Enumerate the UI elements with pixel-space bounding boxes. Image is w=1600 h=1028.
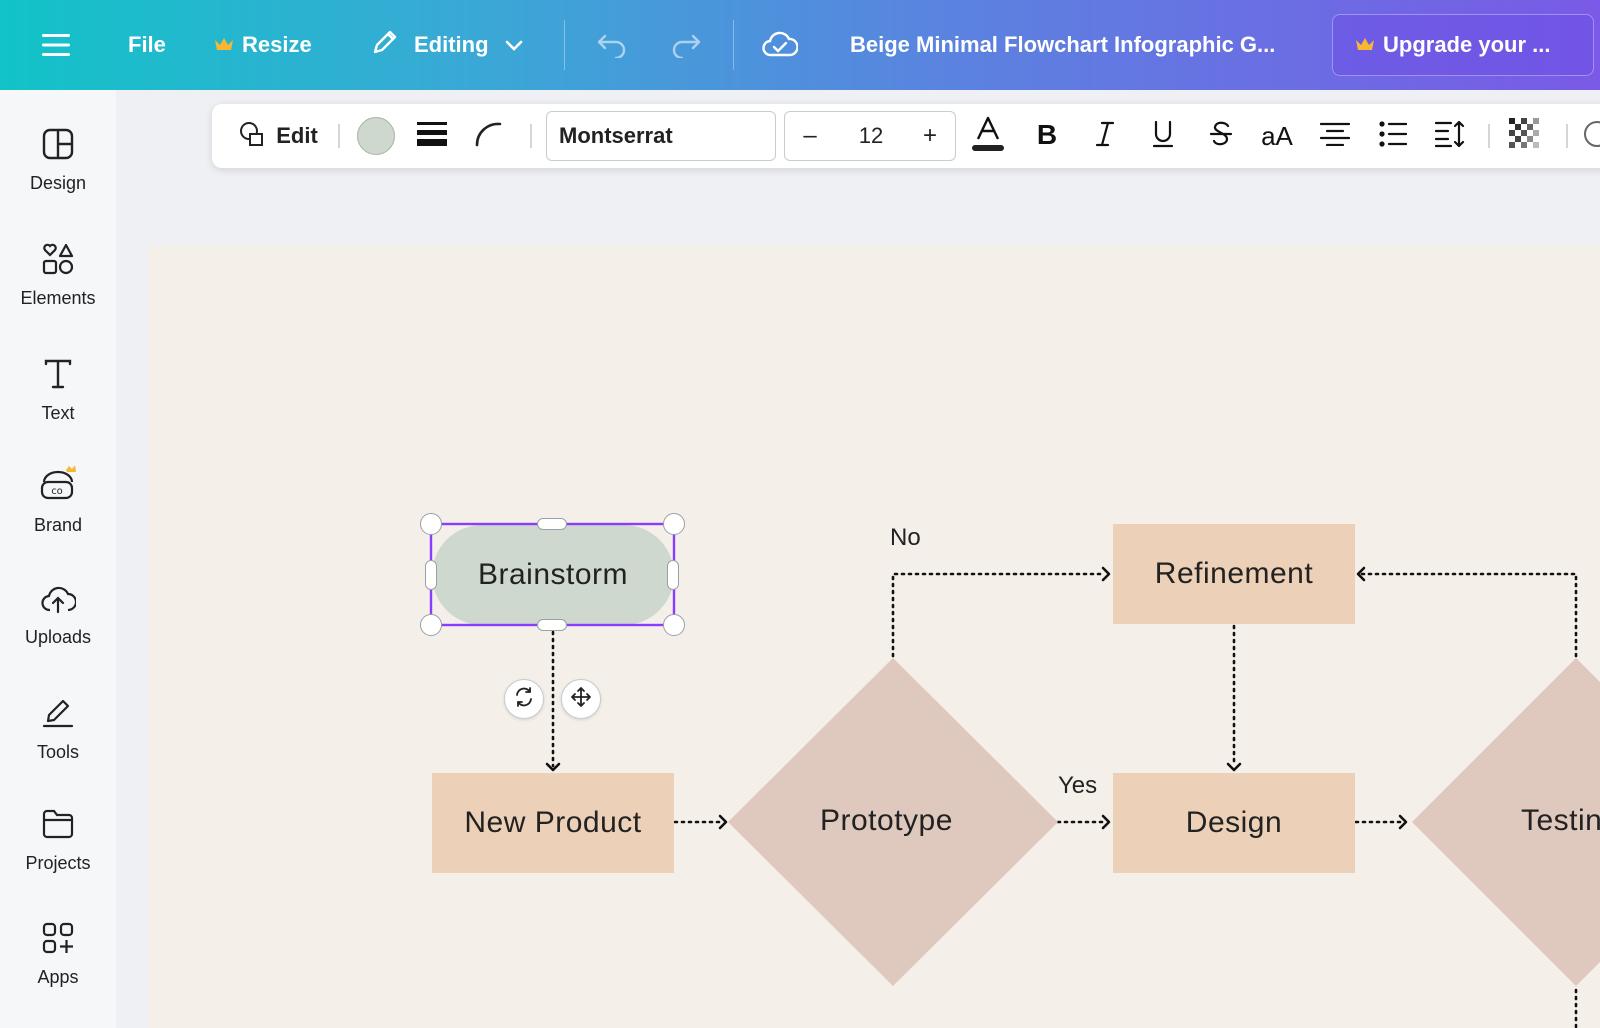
strikethrough-button[interactable]	[1198, 104, 1244, 168]
font-size-stepper: – 12 +	[784, 111, 956, 161]
design-label: Design	[1185, 806, 1283, 839]
divider	[530, 124, 532, 148]
font-family-select[interactable]: Montserrat	[546, 111, 776, 161]
yes-label[interactable]: Yes	[1058, 772, 1097, 800]
divider	[1566, 124, 1568, 148]
more-options-button[interactable]	[1582, 104, 1600, 168]
align-center-icon	[1319, 122, 1351, 151]
bold-icon: B	[1036, 119, 1058, 152]
divider	[1488, 124, 1490, 148]
rotate-icon	[513, 686, 535, 713]
list-button[interactable]	[1370, 104, 1416, 168]
clock-icon	[1582, 119, 1600, 154]
border-style-button[interactable]	[412, 104, 452, 168]
bullet-list-icon	[1379, 120, 1408, 152]
edit-label: Edit	[276, 123, 318, 148]
text-color-button[interactable]	[964, 104, 1012, 168]
brainstorm-label: Brainstorm	[477, 558, 629, 591]
resize-handle-bottom-right[interactable]	[663, 614, 685, 636]
design-shape[interactable]: Design	[1113, 773, 1355, 873]
resize-handle-top[interactable]	[537, 518, 567, 530]
transparency-icon	[1509, 117, 1541, 155]
font-size-input[interactable]: 12	[835, 112, 907, 160]
underline-button[interactable]	[1140, 104, 1186, 168]
rotate-button[interactable]	[504, 679, 544, 719]
resize-handle-left[interactable]	[425, 560, 437, 590]
text-align-button[interactable]	[1312, 104, 1358, 168]
shapes-icon	[238, 120, 266, 153]
strikethrough-icon	[1209, 120, 1233, 153]
refinement-shape[interactable]: Refinement	[1113, 524, 1355, 624]
letter-case-button[interactable]: aA	[1252, 104, 1302, 168]
italic-icon	[1094, 121, 1116, 152]
new-product-label: New Product	[464, 806, 642, 839]
fill-color-swatch	[357, 117, 395, 155]
svg-text:B: B	[1037, 121, 1057, 147]
font-family-value: Montserrat	[559, 123, 673, 148]
transparency-button[interactable]	[1502, 104, 1548, 168]
text-color-icon	[970, 115, 1006, 158]
underline-icon	[1151, 120, 1175, 153]
resize-handle-top-left[interactable]	[420, 513, 442, 535]
divider	[338, 124, 340, 148]
edit-shape-button[interactable]: Edit	[226, 104, 330, 168]
new-product-shape[interactable]: New Product	[432, 773, 674, 873]
resize-handle-top-right[interactable]	[663, 513, 685, 535]
resize-handle-bottom-left[interactable]	[420, 614, 442, 636]
corner-rounding-button[interactable]	[468, 104, 508, 168]
border-weight-icon	[417, 121, 447, 152]
letter-case-label: aA	[1261, 120, 1293, 151]
no-label[interactable]: No	[890, 524, 921, 552]
bold-button[interactable]: B	[1024, 104, 1070, 168]
prototype-label[interactable]: Prototype	[820, 804, 953, 838]
line-spacing-icon	[1434, 120, 1467, 153]
fill-color-button[interactable]	[356, 104, 396, 168]
resize-handle-right[interactable]	[667, 560, 679, 590]
context-toolbar: Edit Montserrat – 12 + B aA	[212, 104, 1600, 168]
refinement-label: Refinement	[1154, 557, 1314, 590]
font-size-increase-button[interactable]: +	[905, 112, 955, 160]
italic-button[interactable]	[1082, 104, 1128, 168]
resize-handle-bottom[interactable]	[537, 619, 567, 631]
brainstorm-shape[interactable]: Brainstorm	[432, 525, 674, 625]
testing-label[interactable]: Testin	[1521, 804, 1600, 838]
spacing-button[interactable]	[1428, 104, 1474, 168]
corner-curve-icon	[474, 121, 502, 152]
move-icon	[570, 686, 592, 713]
move-button[interactable]	[561, 679, 601, 719]
font-size-decrease-button[interactable]: –	[785, 112, 835, 160]
